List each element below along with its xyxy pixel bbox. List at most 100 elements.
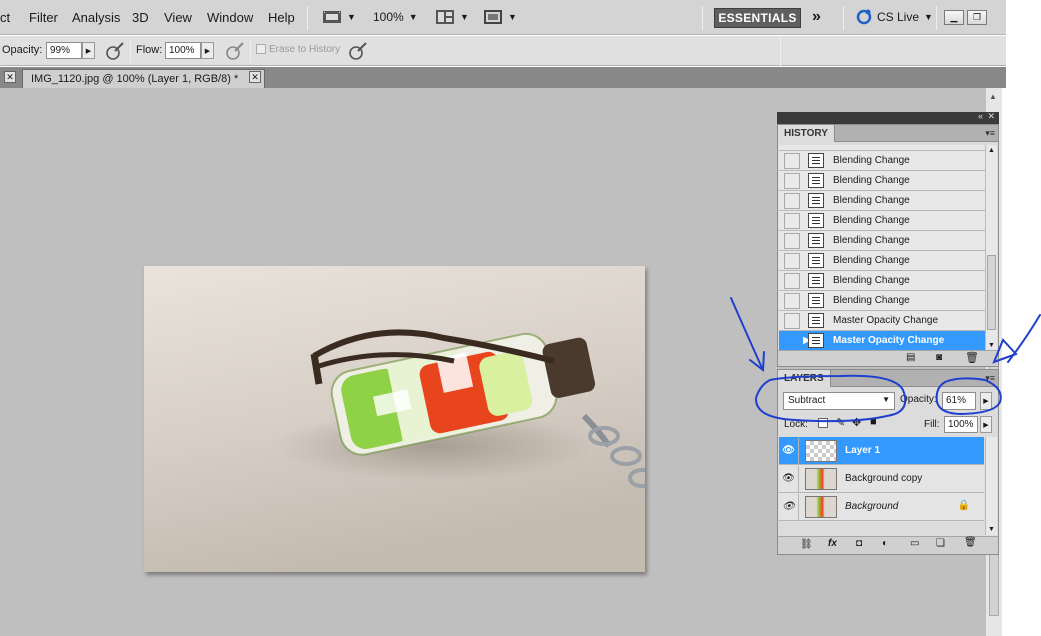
history-brush-source-checkbox[interactable] — [784, 272, 800, 289]
menu-window[interactable]: Window — [207, 10, 253, 25]
tablet-pressure-icon[interactable] — [348, 41, 368, 61]
erase-to-history-checkbox[interactable] — [256, 44, 266, 54]
delete-layer-icon[interactable]: 🗑 — [964, 537, 977, 548]
lock-label: Lock: — [784, 419, 808, 430]
cs-live-icon — [856, 9, 872, 25]
menu-analysis[interactable]: Analysis — [72, 10, 120, 25]
flow-input[interactable]: 100% — [165, 42, 201, 59]
document-image[interactable] — [144, 266, 656, 572]
scroll-thumb[interactable] — [987, 255, 996, 330]
screen-mode-button[interactable]: ▼ — [322, 8, 356, 26]
menu-select[interactable]: ct — [0, 10, 10, 25]
layers-tab[interactable]: LAYERS — [778, 370, 831, 387]
close-panel-icon[interactable]: ✕ — [987, 111, 995, 122]
scroll-down-icon[interactable]: ▼ — [988, 342, 995, 349]
history-state-row[interactable]: Blending Change — [779, 191, 985, 211]
history-brush-source-checkbox[interactable] — [784, 252, 800, 269]
close-tab-icon[interactable]: ✕ — [4, 71, 16, 83]
history-state-row[interactable]: Blending Change — [779, 211, 985, 231]
layers-scrollbar[interactable]: ▼ — [985, 437, 997, 535]
lock-transparency-icon[interactable] — [818, 418, 828, 428]
visibility-eye-icon[interactable]: 👁 — [779, 437, 799, 464]
history-brush-source-checkbox[interactable] — [784, 172, 800, 189]
workspace-essentials-button[interactable]: ESSENTIALS — [714, 8, 801, 28]
history-brush-source-checkbox[interactable] — [784, 192, 800, 209]
history-state-row[interactable]: Blending Change — [779, 171, 985, 191]
airbrush-pressure-icon[interactable] — [105, 41, 125, 61]
menu-help[interactable]: Help — [268, 10, 295, 25]
history-state-label: Blending Change — [833, 295, 910, 306]
visibility-eye-icon[interactable]: 👁 — [779, 465, 799, 492]
history-state-row[interactable]: Blending Change — [779, 231, 985, 251]
collapse-panels-icon[interactable]: « — [978, 111, 983, 121]
document-tab[interactable]: IMG_1120.jpg @ 100% (Layer 1, RGB/8) * — [22, 69, 265, 88]
history-state-label: Blending Change — [833, 195, 910, 206]
lock-icon: 🔒 — [957, 500, 970, 511]
new-group-icon[interactable]: ▭ — [910, 538, 919, 549]
blend-mode-select[interactable]: Subtract ▼ — [783, 392, 895, 410]
cs-live-dropdown[interactable]: CS Live ▼ — [856, 8, 933, 26]
layer-opacity-slider-button[interactable]: ▶ — [980, 392, 992, 410]
layer-name[interactable]: Background — [845, 501, 898, 512]
restore-button[interactable]: ❐ — [967, 10, 987, 25]
panel-menu-icon[interactable]: ▾≡ — [985, 373, 995, 384]
history-panel: HISTORY ▾≡ Blending Change Blending Chan… — [777, 124, 999, 367]
adjustment-layer-icon[interactable]: ◐ — [882, 538, 888, 549]
new-snapshot-icon[interactable]: ◙ — [936, 352, 942, 363]
zoom-level-dropdown[interactable]: 100% ▼ — [373, 8, 418, 26]
lock-position-icon[interactable]: ✥ — [852, 416, 861, 429]
menu-bar: ct Filter Analysis 3D View Window Help ▼… — [0, 0, 1006, 35]
grid-layout-icon — [436, 10, 454, 24]
layer-opacity-input[interactable]: 61% — [942, 392, 976, 410]
history-state-row[interactable]: Master Opacity Change — [779, 311, 985, 331]
layer-row[interactable]: 👁 Background copy — [779, 465, 984, 493]
layer-row-selected[interactable]: 👁 Layer 1 — [779, 437, 984, 465]
fill-slider-button[interactable]: ▶ — [980, 416, 992, 433]
opacity-label: Opacity: — [2, 44, 43, 56]
menu-view[interactable]: View — [164, 10, 192, 25]
history-brush-source-checkbox[interactable] — [784, 312, 800, 329]
history-tab-row: HISTORY ▾≡ — [778, 125, 998, 142]
new-layer-icon[interactable]: ❏ — [936, 538, 945, 549]
minimize-button[interactable]: ▁ — [944, 10, 964, 25]
opacity-input[interactable]: 99% — [46, 42, 82, 59]
screen-view-button[interactable]: ▼ — [483, 8, 517, 26]
layer-name[interactable]: Background copy — [845, 473, 922, 484]
scroll-up-icon[interactable]: ▲ — [988, 147, 995, 154]
menu-3d[interactable]: 3D — [132, 10, 149, 25]
history-brush-source-checkbox[interactable] — [784, 232, 800, 249]
history-tab[interactable]: HISTORY — [778, 125, 835, 142]
history-brush-source-checkbox[interactable] — [784, 152, 800, 169]
layers-panel: LAYERS ▾≡ Subtract ▼ Opacity: 61% ▶ Lock… — [777, 369, 999, 555]
scroll-up-icon[interactable]: ▲ — [989, 92, 997, 101]
panel-dock-header: « ✕ — [777, 111, 999, 124]
lock-image-pixels-icon[interactable]: ✎ — [836, 416, 845, 429]
opacity-slider-button[interactable]: ▶ — [82, 42, 95, 59]
fill-input[interactable]: 100% — [944, 416, 978, 433]
history-scrollbar[interactable]: ▲ ▼ — [985, 145, 997, 351]
lock-all-icon[interactable]: ■ — [870, 416, 877, 428]
new-document-from-state-icon[interactable]: ▤ — [906, 352, 915, 363]
arrange-documents-button[interactable]: ▼ — [435, 8, 469, 26]
layer-style-icon[interactable]: fx — [828, 538, 837, 549]
history-state-row[interactable]: Blending Change — [779, 151, 985, 171]
layer-name[interactable]: Layer 1 — [845, 445, 880, 456]
close-document-icon[interactable]: ✕ — [249, 71, 261, 83]
history-brush-source-checkbox[interactable] — [784, 292, 800, 309]
panel-menu-icon[interactable]: ▾≡ — [985, 128, 995, 139]
history-state-row[interactable]: Blending Change — [779, 291, 985, 311]
airbrush-icon[interactable] — [225, 41, 245, 61]
visibility-eye-icon[interactable]: 👁 — [779, 493, 799, 520]
history-brush-source-checkbox[interactable] — [784, 212, 800, 229]
layer-row[interactable]: 👁 Background 🔒 — [779, 493, 984, 521]
history-state-row-selected[interactable]: ▶ Master Opacity Change — [779, 331, 985, 351]
history-state-row[interactable]: Blending Change — [779, 271, 985, 291]
delete-state-icon[interactable]: 🗑 — [965, 351, 979, 364]
menu-filter[interactable]: Filter — [29, 10, 58, 25]
scroll-down-icon[interactable]: ▼ — [988, 526, 995, 533]
history-state-row[interactable]: Blending Change — [779, 251, 985, 271]
add-mask-icon[interactable]: ◘ — [856, 538, 862, 549]
flow-slider-button[interactable]: ▶ — [201, 42, 214, 59]
more-workspaces-icon[interactable]: » — [812, 8, 821, 26]
link-layers-icon[interactable]: ⛓ — [800, 539, 813, 550]
